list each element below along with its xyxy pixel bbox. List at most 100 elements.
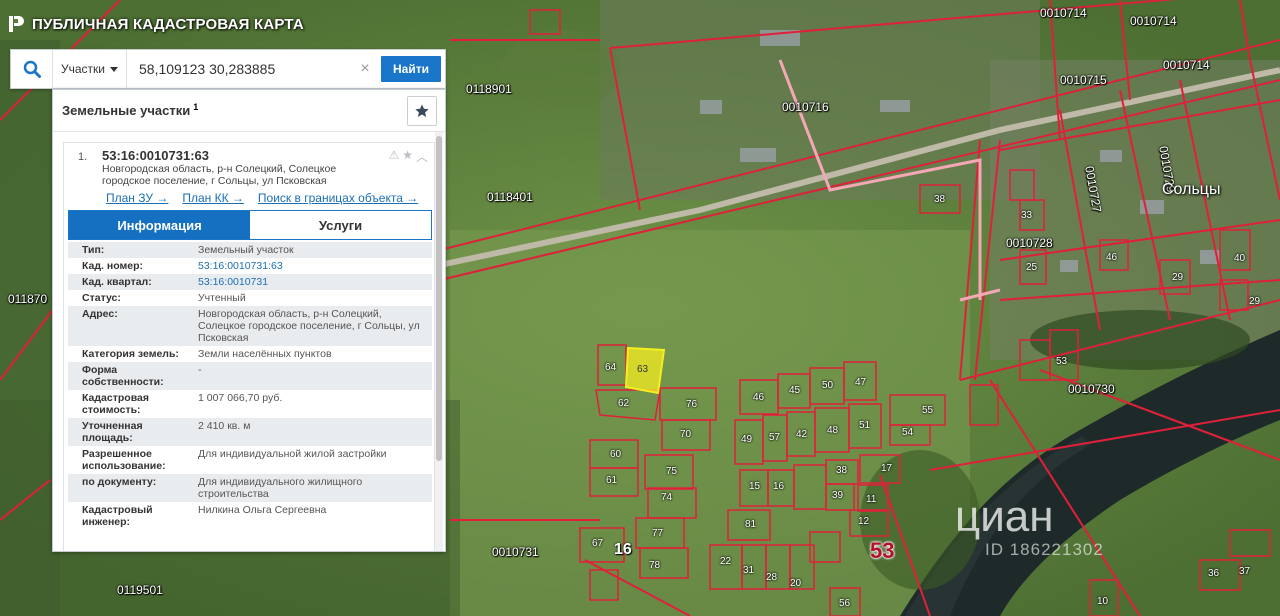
plot-number[interactable]: 76 [686, 399, 697, 410]
plot-number[interactable]: 45 [789, 385, 800, 396]
attribute-key: Кадастровый инженер: [68, 502, 188, 530]
attribute-key: по документу: [68, 474, 188, 502]
attribute-value: Учтенный [188, 290, 432, 306]
quarter-label[interactable]: 0010730 [1068, 382, 1115, 396]
plot-number[interactable]: 54 [902, 427, 913, 438]
plot-number[interactable]: 51 [859, 420, 870, 431]
plot-number[interactable]: 61 [606, 475, 617, 486]
attribute-key: Кадастровая стоимость: [68, 390, 188, 418]
tab-services[interactable]: Услуги [250, 211, 431, 239]
quarter-label[interactable]: 0010728 [1006, 236, 1053, 250]
plot-number[interactable]: 36 [1208, 568, 1219, 579]
plot-number[interactable]: 60 [610, 449, 621, 460]
quarter-label[interactable]: 0118401 [487, 190, 533, 204]
attribute-value: 2 410 кв. м [188, 418, 432, 446]
result-card[interactable]: 1. 53:16:0010731:63 Новгородская область… [63, 142, 435, 551]
attribute-value: Нилкина Ольга Сергеевна [188, 502, 432, 530]
plot-number[interactable]: 78 [649, 560, 660, 571]
plot-number[interactable]: 62 [618, 398, 629, 409]
plot-number[interactable]: 33 [1021, 210, 1032, 221]
quarter-label[interactable]: 0010714 [1163, 58, 1210, 72]
attribute-row: Категория земель: Земли населённых пункто… [68, 346, 432, 362]
collapse-icon[interactable]: ︿ [416, 148, 428, 165]
plot-number[interactable]: 40 [1234, 253, 1245, 264]
clear-icon[interactable]: × [353, 60, 377, 78]
plot-number[interactable]: 38 [836, 465, 847, 476]
plot-number[interactable]: 25 [1026, 262, 1037, 273]
plot-number[interactable]: 20 [790, 578, 801, 589]
plot-number[interactable]: 46 [753, 392, 764, 403]
plot-number[interactable]: 31 [743, 565, 754, 576]
plan-kk-link[interactable]: План КК → [182, 191, 244, 205]
attribute-value: Для индивидуальной жилой застройки [188, 446, 432, 474]
plot-number[interactable]: 77 [652, 528, 663, 539]
attribute-row: Кад. квартал: 53:16:0010731 [68, 274, 432, 290]
plot-number[interactable]: 37 [1239, 566, 1250, 577]
plot-number[interactable]: 67 [592, 538, 603, 549]
search-input[interactable] [127, 50, 353, 88]
plot-number[interactable]: 11 [866, 494, 876, 505]
quarter-label[interactable]: 0010715 [1060, 73, 1107, 87]
plot-number-selected[interactable]: 63 [637, 364, 648, 375]
plot-number[interactable]: 81 [745, 519, 756, 530]
quarter-label[interactable]: 011870 [8, 292, 47, 306]
quarter-label[interactable]: 0118901 [466, 82, 512, 96]
quarter-label[interactable]: 0010714 [1130, 14, 1177, 28]
plot-number[interactable]: 56 [839, 598, 850, 609]
attribute-key: Разрешенное использование: [68, 446, 188, 474]
attribute-value[interactable]: 53:16:0010731 [188, 274, 432, 290]
attribute-key: Форма собственности: [68, 362, 188, 390]
attribute-value: Для индивидуального жилищного строительс… [188, 474, 432, 502]
plot-number[interactable]: 64 [605, 362, 616, 373]
plot-number[interactable]: 47 [855, 377, 866, 388]
pkk-logo-icon [9, 16, 24, 32]
plot-number[interactable]: 28 [766, 572, 777, 583]
plot-number[interactable]: 38 [934, 194, 945, 205]
search-type-select[interactable]: Участки [53, 50, 127, 88]
plot-number[interactable]: 29 [1249, 296, 1260, 307]
quarter-label[interactable]: 0010731 [492, 545, 539, 559]
panel-scrollbar[interactable] [435, 132, 443, 551]
plot-number[interactable]: 16 [773, 481, 784, 492]
attribute-key: Адрес: [68, 306, 188, 346]
attribute-value[interactable]: 53:16:0010731:63 [188, 258, 432, 274]
attribute-value: Земельный участок [188, 242, 432, 258]
warning-icon[interactable]: ⚠ [388, 148, 399, 165]
plot-number[interactable]: 53 [1056, 356, 1067, 367]
plot-number[interactable]: 46 [1106, 252, 1117, 263]
plot-number[interactable]: 12 [858, 516, 869, 527]
plot-number[interactable]: 22 [720, 556, 731, 567]
plot-number[interactable]: 39 [832, 490, 843, 501]
star-icon [415, 104, 429, 117]
search-bar: Участки × Найти [10, 49, 446, 89]
search-icon[interactable] [11, 50, 53, 88]
plot-number[interactable]: 15 [749, 481, 760, 492]
plan-zu-link[interactable]: План ЗУ → [106, 191, 168, 205]
plot-number[interactable]: 70 [680, 429, 691, 440]
plot-number[interactable]: 29 [1172, 272, 1183, 283]
quarter-label[interactable]: 0010714 [1040, 6, 1087, 20]
search-within-link[interactable]: Поиск в границах объекта → [258, 191, 418, 205]
star-outline-icon[interactable]: ★ [402, 148, 413, 165]
plot-number[interactable]: 55 [922, 405, 933, 416]
plot-number[interactable]: 49 [741, 434, 752, 445]
plot-number[interactable]: 50 [822, 380, 833, 391]
find-button[interactable]: Найти [381, 56, 441, 82]
scrollbar-thumb[interactable] [436, 136, 442, 461]
tab-information[interactable]: Информация [69, 211, 250, 239]
result-cad-number[interactable]: 53:16:0010731:63 [102, 148, 209, 163]
plot-number[interactable]: 57 [769, 432, 780, 443]
favorite-button[interactable] [407, 96, 437, 126]
search-type-label: Участки [61, 62, 105, 76]
plot-number[interactable]: 17 [881, 463, 892, 474]
app-title[interactable]: ПУБЛИЧНАЯ КАДАСТРОВАЯ КАРТА [8, 14, 304, 34]
quarter-label[interactable]: 0119501 [117, 583, 163, 597]
panel-header: Земельные участки 1 [53, 90, 445, 132]
plot-number[interactable]: 10 [1097, 596, 1108, 607]
attribute-value: 1 007 066,70 руб. [188, 390, 432, 418]
quarter-label[interactable]: 0010716 [782, 100, 829, 114]
plot-number[interactable]: 74 [661, 492, 672, 503]
plot-number[interactable]: 75 [666, 466, 677, 477]
plot-number[interactable]: 42 [796, 429, 807, 440]
plot-number[interactable]: 48 [827, 425, 838, 436]
